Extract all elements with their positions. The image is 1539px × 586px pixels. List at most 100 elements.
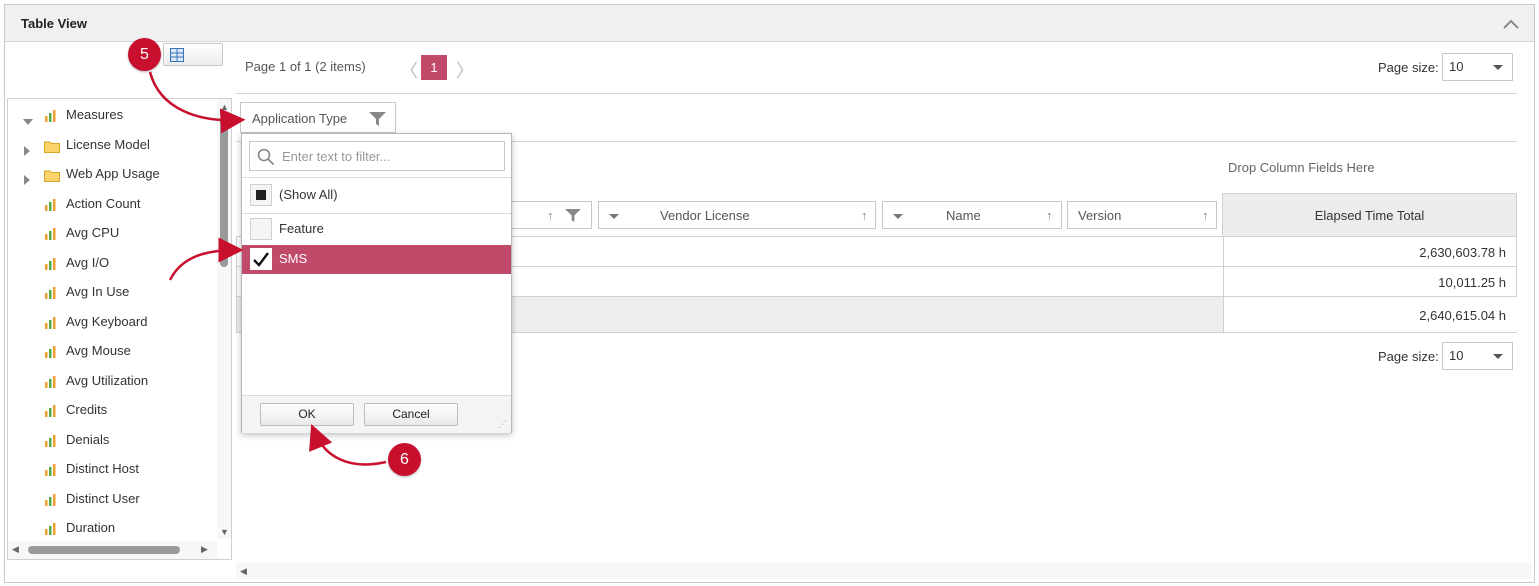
chevron-down-icon: [1493, 354, 1503, 359]
scroll-left-icon[interactable]: ◀: [240, 566, 247, 577]
folder-icon: [44, 167, 60, 189]
cell-value: 10,011.25 h: [1438, 275, 1506, 290]
page-size-label-top: Page size:: [1378, 60, 1439, 75]
expand-right-icon[interactable]: [23, 141, 31, 163]
cell-divider: [1223, 237, 1224, 266]
scroll-up-icon[interactable]: ▲: [220, 102, 229, 112]
scroll-right-icon[interactable]: ▶: [201, 544, 208, 555]
column-header-name[interactable]: Name ↑: [882, 201, 1062, 229]
divider: [236, 93, 1517, 94]
tree-item-label: Avg In Use: [66, 284, 130, 299]
tree-horizontal-scroll-thumb[interactable]: [28, 546, 180, 554]
cancel-button[interactable]: Cancel: [364, 403, 458, 426]
measure-bar-icon: [44, 226, 58, 248]
page-size-value-top: 10: [1449, 59, 1464, 74]
tree-item-label: Avg Keyboard: [66, 313, 148, 329]
page-size-select-bottom[interactable]: 10: [1442, 342, 1513, 370]
tree-item-label: Action Count: [66, 195, 141, 211]
filter-field-label: Application Type: [252, 111, 348, 126]
tree-item-label: Duration: [66, 520, 116, 535]
measure-bar-icon: [44, 521, 58, 543]
chevron-down-icon[interactable]: [609, 214, 619, 219]
main-horizontal-scrollbar[interactable]: ◀: [236, 563, 1532, 579]
tree-vertical-scrollbar[interactable]: ▲ ▼: [217, 99, 231, 539]
tree-horizontal-scrollbar[interactable]: ◀ ▶: [8, 541, 217, 559]
tree-item-label: Avg I/O: [66, 254, 110, 270]
expand-down-icon[interactable]: [23, 111, 33, 133]
checkbox-partial[interactable]: [250, 184, 272, 206]
tree-item-label: Distinct User: [66, 490, 140, 506]
chevron-down-icon[interactable]: [893, 214, 903, 219]
option-label: SMS: [279, 251, 308, 266]
field-list-tree: Measures License Model Web App Usage Action…: [7, 98, 232, 560]
step-badge-5: 5: [128, 38, 161, 71]
tree-item-label: Avg Utilization: [66, 372, 149, 388]
sort-arrow-icon[interactable]: ↑: [861, 208, 868, 223]
column-header-label: Vendor License: [660, 208, 750, 223]
checkmark-icon: [253, 252, 269, 267]
layout-toggle-button[interactable]: [163, 43, 223, 66]
scroll-left-icon[interactable]: ◀: [12, 544, 19, 555]
tree-item-label: Web App Usage: [66, 166, 160, 181]
data-header-elapsed-time-total[interactable]: Elapsed Time Total: [1222, 193, 1517, 237]
next-page-icon[interactable]: 〉: [456, 57, 474, 83]
column-drop-area[interactable]: Drop Column Fields Here: [1228, 160, 1375, 175]
option-label: Feature: [279, 221, 324, 236]
measure-bar-icon: [44, 403, 58, 425]
sort-arrow-icon[interactable]: ↑: [1202, 208, 1209, 223]
measure-bar-icon: [44, 433, 58, 455]
tree-item-label: Distinct Host: [66, 461, 139, 476]
measure-bar-icon: [44, 197, 58, 219]
filter-icon[interactable]: [565, 209, 581, 225]
checkbox-unchecked[interactable]: [250, 218, 272, 240]
tree-item-label: Avg CPU: [66, 225, 120, 240]
scroll-down-icon[interactable]: ▼: [220, 527, 229, 537]
measure-bar-icon: [44, 285, 58, 307]
filter-popup: Enter text to filter... (Show All) Featu…: [241, 133, 512, 433]
tree-item-label: Credits: [66, 402, 108, 417]
divider: [242, 177, 511, 178]
search-placeholder: Enter text to filter...: [282, 149, 391, 164]
measure-bar-icon: [44, 108, 58, 130]
filter-option-show-all[interactable]: (Show All): [242, 181, 511, 210]
page-size-label-bottom: Page size:: [1378, 349, 1439, 364]
sort-arrow-icon[interactable]: ↑: [547, 208, 554, 223]
pager-summary: Page 1 of 1 (2 items): [245, 59, 366, 74]
expand-right-icon[interactable]: [23, 170, 31, 192]
filter-option-sms[interactable]: SMS: [242, 245, 511, 274]
prev-page-icon[interactable]: 〈: [400, 57, 418, 83]
cell-value: 2,630,603.78 h: [1419, 245, 1506, 260]
filter-field-application-type[interactable]: Application Type: [240, 102, 396, 133]
page-size-select-top[interactable]: 10: [1442, 53, 1513, 81]
cell-divider: [1223, 267, 1224, 296]
filter-option-feature[interactable]: Feature: [242, 215, 511, 244]
tree-item-label: Measures: [66, 107, 124, 122]
grid-layout-icon: [170, 48, 184, 62]
column-header-vendor-license[interactable]: Vendor License ↑: [598, 201, 876, 229]
divider: [242, 213, 511, 214]
cell-value-total: 2,640,615.04 h: [1419, 308, 1506, 323]
current-page-button[interactable]: 1: [421, 55, 447, 80]
checkbox-checked[interactable]: [250, 248, 272, 270]
popup-footer: OK Cancel ⋰: [242, 395, 511, 433]
panel-header: Table View: [5, 5, 1534, 42]
tree-item-label: Denials: [66, 431, 110, 447]
column-header-label: Version: [1078, 208, 1122, 223]
search-icon: [257, 148, 275, 166]
chevron-down-icon: [1493, 65, 1503, 70]
collapse-icon[interactable]: [1502, 15, 1520, 33]
filter-search-input[interactable]: Enter text to filter...: [249, 141, 505, 171]
sort-arrow-icon[interactable]: ↑: [1046, 208, 1053, 223]
step-badge-6: 6: [388, 443, 421, 476]
measure-bar-icon: [44, 462, 58, 484]
measure-bar-icon: [44, 374, 58, 396]
tree-vertical-scroll-thumb[interactable]: [220, 115, 228, 267]
page-size-value-bottom: 10: [1449, 348, 1464, 363]
filter-icon[interactable]: [369, 112, 386, 129]
column-header-version[interactable]: Version ↑: [1067, 201, 1217, 229]
folder-icon: [44, 138, 60, 160]
resize-grip-icon[interactable]: ⋰: [498, 419, 507, 430]
ok-button[interactable]: OK: [260, 403, 354, 426]
measure-bar-icon: [44, 315, 58, 337]
tree-item-label: License Model: [66, 136, 150, 152]
